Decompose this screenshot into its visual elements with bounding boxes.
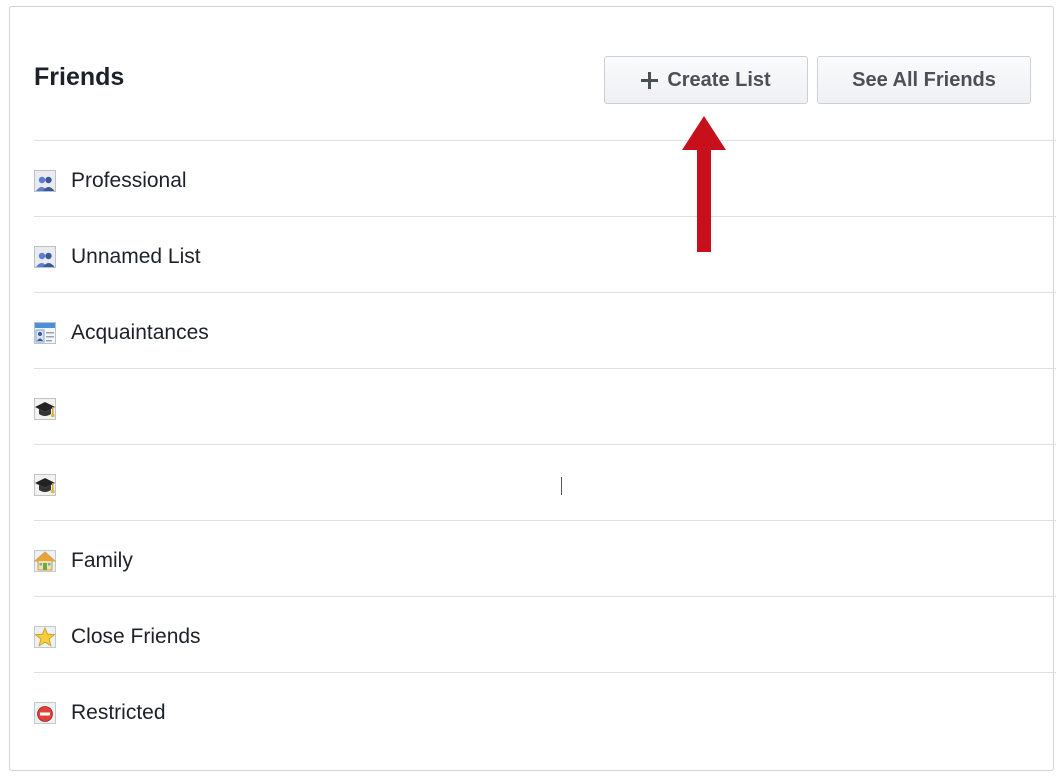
- graduation-cap-icon: [34, 398, 56, 420]
- divider: [34, 292, 1056, 293]
- list-item-restricted[interactable]: Restricted: [34, 675, 1034, 751]
- list-item-unnamed-list[interactable]: Unnamed List: [34, 219, 1034, 295]
- divider: [34, 140, 1056, 141]
- people-list-icon: [34, 170, 56, 192]
- list-item-label: Unnamed List: [71, 245, 201, 268]
- restricted-icon: [34, 702, 56, 724]
- list-item-family[interactable]: Family: [33, 523, 1034, 599]
- list-item-close-friends[interactable]: Close Friends: [34, 599, 1034, 675]
- divider: [34, 216, 1056, 217]
- list-item-label: Professional: [71, 169, 187, 192]
- id-card-icon: [34, 322, 56, 344]
- list-item-label: Close Friends: [71, 625, 201, 648]
- divider: [34, 444, 1056, 445]
- divider: [34, 520, 1056, 521]
- create-list-label: Create List: [667, 68, 771, 91]
- friends-panel: Friends Create List See All Friends Prof…: [9, 6, 1056, 771]
- divider: [34, 368, 1056, 369]
- page-title: Friends: [34, 63, 125, 91]
- list-item-school[interactable]: [34, 447, 1034, 523]
- list-item-acquaintances[interactable]: Acquaintances: [34, 295, 1034, 371]
- people-list-icon: [34, 246, 56, 268]
- star-icon: [34, 626, 56, 648]
- annotation-arrow-head: [682, 116, 726, 150]
- house-icon: [33, 550, 57, 572]
- text-cursor: [561, 477, 562, 495]
- annotation-arrow-shaft: [697, 148, 711, 252]
- list-item-school[interactable]: [34, 371, 1034, 447]
- divider: [34, 672, 1056, 673]
- list-item-label: Family: [71, 549, 133, 572]
- see-all-friends-label: See All Friends: [852, 68, 996, 91]
- plus-icon: [641, 71, 659, 89]
- list-item-label: Acquaintances: [71, 321, 209, 344]
- create-list-button[interactable]: Create List: [604, 56, 808, 104]
- list-item-label: Restricted: [71, 701, 166, 724]
- see-all-friends-button[interactable]: See All Friends: [817, 56, 1031, 104]
- divider: [34, 596, 1056, 597]
- list-item-professional[interactable]: Professional: [34, 143, 1034, 219]
- graduation-cap-icon: [34, 474, 56, 496]
